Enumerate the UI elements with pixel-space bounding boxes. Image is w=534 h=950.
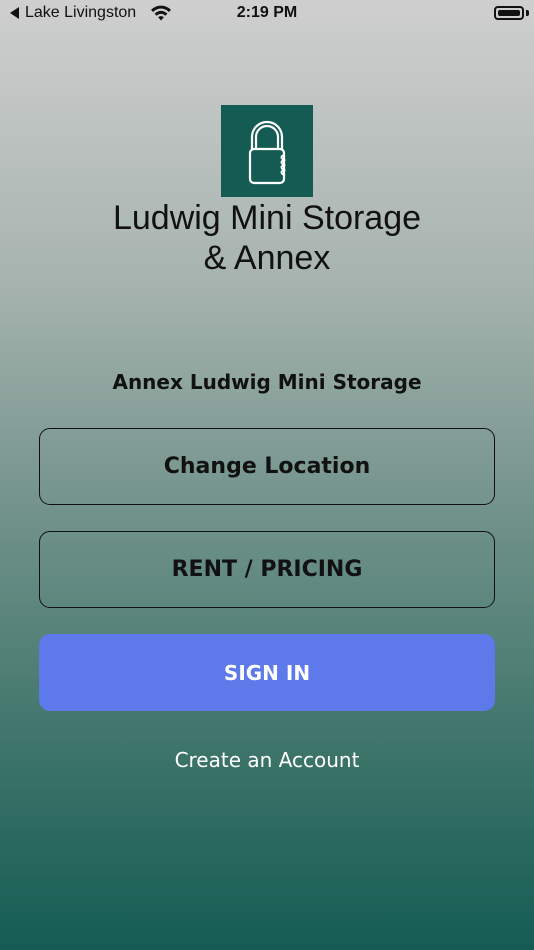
padlock-icon bbox=[248, 120, 287, 185]
current-location-name: Annex Ludwig Mini Storage bbox=[112, 370, 422, 394]
battery-icon bbox=[494, 6, 524, 20]
app-logo bbox=[221, 105, 313, 197]
brand-name-line-2: & Annex bbox=[203, 239, 331, 277]
sign-in-button[interactable]: SIGN IN bbox=[39, 634, 495, 711]
create-account-link[interactable]: Create an Account bbox=[0, 748, 534, 772]
brand-name-line-1: Ludwig Mini Storage bbox=[112, 199, 422, 237]
brand-name: Ludwig Mini Storage & Annex bbox=[0, 198, 534, 278]
rent-pricing-button[interactable]: RENT / PRICING bbox=[39, 531, 495, 608]
status-time: 2:19 PM bbox=[236, 4, 298, 21]
change-location-button[interactable]: Change Location bbox=[39, 428, 495, 505]
status-bar: Lake Livingston 2:19 PM bbox=[0, 0, 534, 28]
battery-cap bbox=[526, 10, 529, 16]
